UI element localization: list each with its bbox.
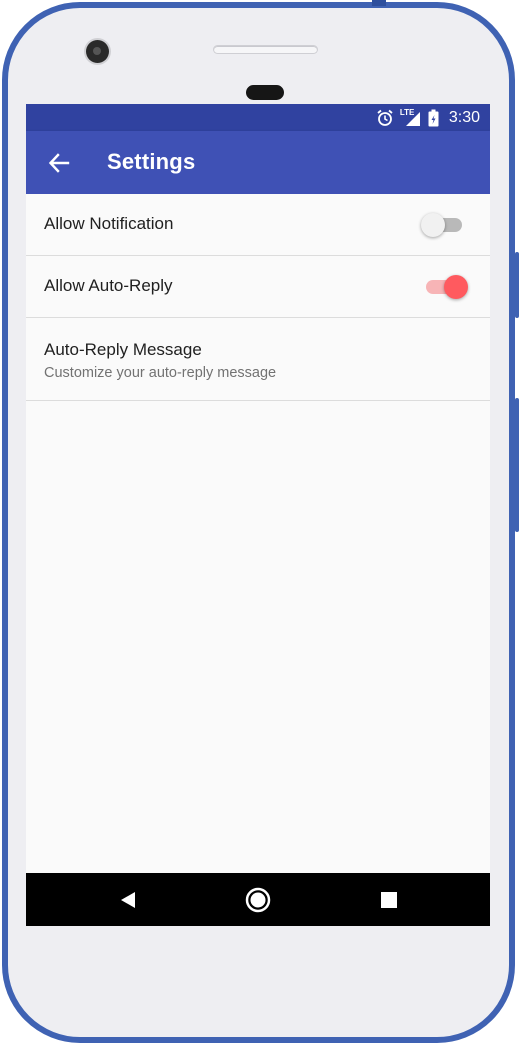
navigation-bar bbox=[26, 873, 490, 926]
volume-button bbox=[515, 252, 519, 318]
battery-icon bbox=[428, 109, 439, 126]
setting-allow-notification[interactable]: Allow Notification bbox=[26, 194, 490, 256]
nav-back-icon bbox=[121, 891, 135, 908]
status-bar: LTE 3:30 bbox=[26, 104, 490, 131]
setting-auto-reply-message[interactable]: Auto-Reply Message Customize your auto-r… bbox=[26, 318, 490, 401]
nav-recents-button[interactable] bbox=[359, 873, 419, 926]
front-camera bbox=[86, 40, 109, 63]
nav-home-button[interactable] bbox=[228, 873, 288, 926]
page-title: Settings bbox=[107, 149, 196, 174]
lte-signal-icon: LTE bbox=[400, 108, 422, 127]
nav-recents-icon bbox=[381, 891, 397, 908]
power-button bbox=[515, 398, 519, 532]
switch-thumb bbox=[421, 213, 445, 237]
status-icons: LTE 3:30 bbox=[376, 104, 480, 131]
back-button[interactable] bbox=[46, 150, 72, 176]
alarm-icon bbox=[377, 109, 393, 126]
allow-notification-switch[interactable] bbox=[421, 213, 462, 237]
arrow-back-icon bbox=[48, 153, 70, 173]
setting-summary: Customize your auto-reply message bbox=[44, 365, 277, 381]
top-mic-notch bbox=[372, 0, 386, 6]
proximity-sensor bbox=[246, 85, 284, 100]
setting-label: Auto-Reply Message bbox=[44, 340, 202, 359]
app-bar: Settings bbox=[26, 131, 490, 194]
switch-thumb bbox=[444, 275, 468, 299]
setting-allow-auto-reply[interactable]: Allow Auto-Reply bbox=[26, 256, 490, 318]
setting-label: Allow Notification bbox=[44, 214, 174, 233]
status-time: 3:30 bbox=[448, 108, 480, 126]
earpiece-speaker bbox=[214, 46, 317, 53]
nav-home-icon bbox=[245, 887, 271, 912]
nav-back-button[interactable] bbox=[98, 873, 158, 926]
settings-list: Allow Notification Allow Auto-Reply Auto… bbox=[26, 194, 490, 401]
screen: LTE 3:30 Settings Allow Notification All… bbox=[26, 104, 490, 926]
setting-label: Allow Auto-Reply bbox=[44, 276, 173, 295]
allow-auto-reply-switch[interactable] bbox=[426, 275, 468, 299]
